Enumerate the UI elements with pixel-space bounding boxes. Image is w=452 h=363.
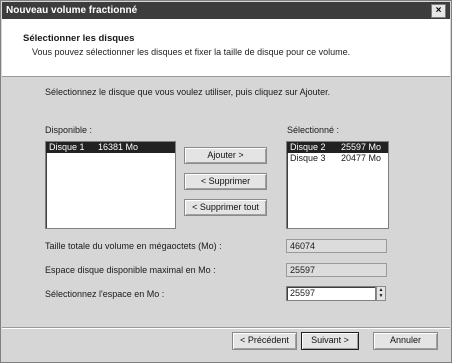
close-icon[interactable]: ×	[431, 4, 446, 18]
disk-name: Disque 3	[290, 153, 326, 163]
title-bar[interactable]: Nouveau volume fractionné ×	[2, 2, 450, 19]
dialog-window: Nouveau volume fractionné × Sélectionner…	[0, 0, 452, 363]
back-button[interactable]: < Précédent	[232, 332, 297, 350]
max-space-field: 25597	[286, 263, 387, 277]
total-size-field: 46074	[286, 239, 387, 253]
cancel-button[interactable]: Annuler	[373, 332, 438, 350]
selected-label: Sélectionné :	[287, 125, 340, 135]
available-label: Disponible :	[45, 125, 93, 135]
list-item[interactable]: Disque 3 20477 Mo	[287, 153, 388, 164]
available-disks-list[interactable]: Disque 1 16381 Mo	[45, 141, 176, 229]
total-size-label: Taille totale du volume en mégaoctets (M…	[45, 241, 222, 251]
add-button[interactable]: Ajouter >	[184, 147, 267, 164]
disk-size: 16381 Mo	[98, 142, 139, 152]
header-title: Sélectionner les disques	[23, 33, 135, 44]
space-stepper[interactable]: ▲ ▼	[376, 286, 386, 301]
remove-button[interactable]: < Supprimer	[184, 173, 267, 190]
disk-name: Disque 2	[290, 142, 326, 152]
space-input[interactable]: 25597	[286, 286, 376, 301]
disk-name: Disque 1	[49, 142, 85, 152]
disk-size: 20477 Mo	[341, 153, 382, 163]
spin-down-icon[interactable]: ▼	[377, 293, 385, 299]
list-item[interactable]: Disque 2 25597 Mo	[287, 142, 388, 153]
list-item[interactable]: Disque 1 16381 Mo	[46, 142, 175, 153]
instruction-text: Sélectionnez le disque que vous voulez u…	[45, 87, 331, 97]
max-space-label: Espace disque disponible maximal en Mo :	[45, 265, 216, 275]
window-title: Nouveau volume fractionné	[6, 5, 138, 16]
disk-size: 25597 Mo	[341, 142, 382, 152]
header-subtitle: Vous pouvez sélectionner les disques et …	[32, 47, 351, 57]
selected-disks-list[interactable]: Disque 2 25597 Mo Disque 3 20477 Mo	[286, 141, 389, 229]
space-label: Sélectionnez l'espace en Mo :	[45, 289, 165, 299]
next-button[interactable]: Suivant >	[301, 332, 359, 350]
wizard-header: Sélectionner les disques Vous pouvez sél…	[2, 19, 450, 77]
remove-all-button[interactable]: < Supprimer tout	[184, 199, 267, 216]
footer-divider	[2, 327, 450, 329]
